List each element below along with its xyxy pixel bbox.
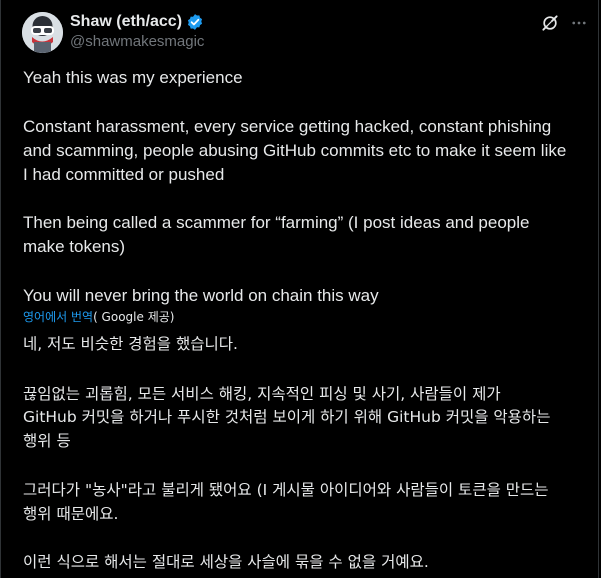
- verified-badge-icon: [186, 13, 204, 31]
- translation-attribution: 영어에서 번역( Google 제공): [23, 309, 174, 325]
- grok-icon[interactable]: [539, 12, 561, 34]
- post-text-line: make tokens): [23, 237, 126, 256]
- more-icon[interactable]: [568, 12, 590, 34]
- translated-text-line: 그러다가 "농사"라고 불리게 됐어요 (I 게시물 아이디어와 사람들이 토큰…: [23, 481, 549, 499]
- post-text-line: Then being called a scammer for “farming…: [23, 213, 530, 232]
- translation-provider: ( Google 제공): [93, 310, 175, 324]
- author-name-text[interactable]: Shaw (eth/acc): [70, 12, 182, 32]
- post-text-line: Yeah this was my experience: [23, 68, 243, 87]
- post-text-line: and scamming, people abusing GitHub comm…: [23, 141, 567, 160]
- avatar[interactable]: [22, 12, 63, 53]
- post-text-line: I had committed or pushed: [23, 165, 225, 184]
- post-card: Shaw (eth/acc) @shawmakesmagic Yeah this…: [0, 0, 599, 578]
- translated-text-line: 이런 식으로 해서는 절대로 세상을 사슬에 묶을 수 없을 거예요.: [23, 553, 429, 571]
- post-text-line: Constant harassment, every service getti…: [23, 117, 552, 136]
- translated-text-line: 행위 때문에요.: [23, 505, 119, 523]
- translated-text-line: 끊임없는 괴롭힘, 모든 서비스 해킹, 지속적인 피싱 및 사기, 사람들이 …: [23, 385, 501, 403]
- post-text-line: You will never bring the world on chain …: [23, 286, 379, 305]
- author-display-name[interactable]: Shaw (eth/acc): [70, 12, 204, 32]
- translated-text-line: GitHub 커밋을 하거나 푸시한 것처럼 보이게 하기 위해 GitHub …: [23, 408, 551, 426]
- author-handle[interactable]: @shawmakesmagic: [70, 33, 204, 51]
- translated-from-english-link[interactable]: 영어에서 번역: [23, 310, 93, 324]
- translated-text-line: 행위 등: [23, 432, 71, 450]
- translated-text-line: 네, 저도 비슷한 경험을 했습니다.: [23, 335, 238, 353]
